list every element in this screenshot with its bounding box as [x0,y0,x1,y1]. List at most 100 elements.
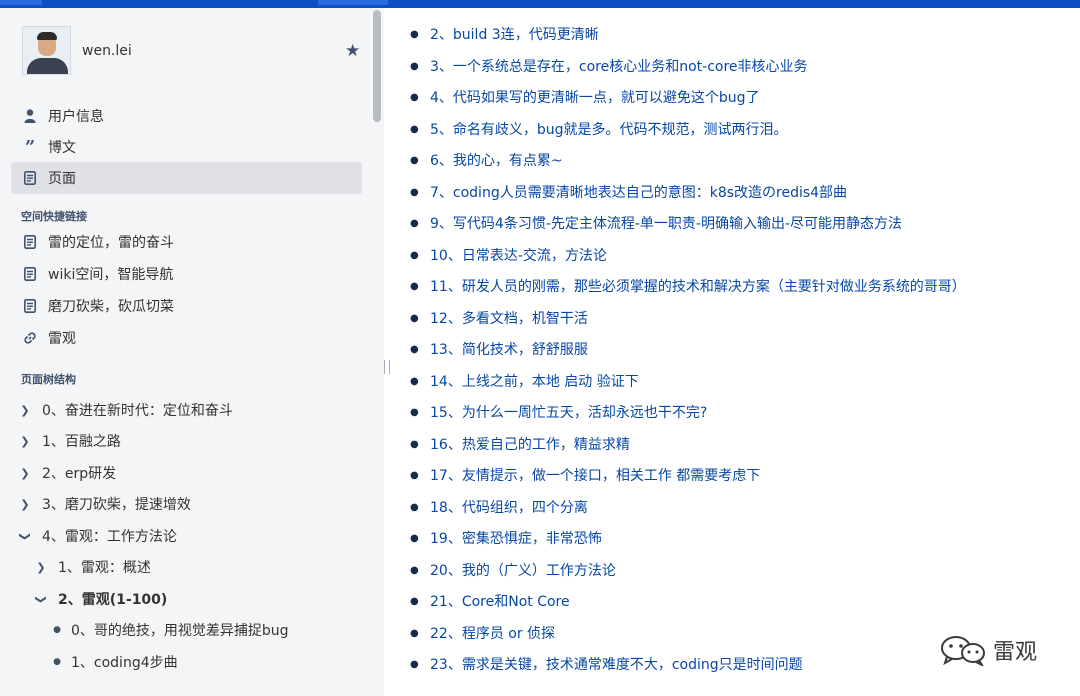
bullet-icon: ● [410,658,419,670]
app-switcher-button[interactable] [0,0,42,5]
bullet-icon: ● [410,375,419,387]
toc-link[interactable]: ● 4、代码如果写的更清晰一点，就可以避免这个bug了 [410,86,760,108]
space-sidebar: wen.lei ★ 用户信息 ” 博文 页面 空间快捷链接 雷的定位，雷的奋斗 … [0,8,384,696]
toc-link[interactable]: ● 7、coding人员需要清晰地表达自己的意图：k8s改造のredis4部曲 [410,181,847,203]
tree-item-label: 0、哥的绝技，用视觉差异捕捉bug [71,623,289,639]
chevron-down-icon[interactable]: ❯ [19,530,32,542]
toc-link[interactable]: ● 6、我的心，有点累~ [410,149,563,171]
bullet-icon: ● [410,60,419,72]
toc-link[interactable]: ● 14、上线之前，本地 启动 验证下 [410,370,639,392]
sidebar-item-label: 博文 [48,140,76,156]
tree-item[interactable]: ● 0、哥的绝技，用视觉差异捕捉bug [51,618,289,642]
avatar[interactable] [22,26,71,75]
page-icon [21,171,39,185]
toc-link[interactable]: ● 21、Core和Not Core [410,590,570,612]
tree-item-label: 1、coding4步曲 [71,655,178,671]
person-icon [21,109,39,123]
shortcut-label: 雷观 [48,331,76,347]
tree-item[interactable]: ❯ 0、奋进在新时代：定位和奋斗 [19,398,233,422]
bullet-icon: ● [410,91,419,103]
toc-link[interactable]: ● 10、日常表达-交流，方法论 [410,244,607,266]
bullet-icon: ● [410,438,419,450]
page-icon [21,267,39,281]
toc-link[interactable]: ● 9、写代码4条习惯-先定主体流程-单一职责-明确输入输出-尽可能用静态方法 [410,212,902,234]
quote-icon: ” [24,136,36,158]
chevron-right-icon[interactable]: ❯ [19,404,31,417]
shortcut-link[interactable]: 雷观 [11,322,362,354]
link-icon [21,331,39,345]
toc-link[interactable]: ● 12、多看文档，机智干活 [410,307,588,329]
bullet-icon: ● [410,312,419,324]
chevron-right-icon[interactable]: ❯ [19,498,31,511]
shortcut-label: 磨刀砍柴，砍瓜切菜 [48,299,174,315]
watermark-text: 雷观 [993,640,1038,665]
bullet-icon: ● [410,123,419,135]
top-navigation-bar [0,0,1080,8]
tree-item[interactable]: ❯ 2、erp研发 [19,461,116,485]
toc-link[interactable]: ● 13、简化技术，舒舒服服 [410,338,588,360]
toc-link[interactable]: ● 20、我的（广义）工作方法论 [410,559,616,581]
tree-item-label: 0、奋进在新时代：定位和奋斗 [42,403,233,419]
top-nav-item[interactable] [318,0,388,5]
bullet-icon: ● [410,501,419,513]
toc-link[interactable]: ● 18、代码组织，四个分离 [410,496,588,518]
tree-item[interactable]: ❯ 1、雷观：概述 [35,555,151,579]
sidebar-item-label: 页面 [48,171,76,187]
bullet-icon: ● [410,217,419,229]
bullet-icon: ● [410,564,419,576]
bullet-icon: ● [410,406,419,418]
chevron-right-icon[interactable]: ❯ [19,435,31,448]
tree-item-label: 3、磨刀砍柴，提速增效 [42,497,191,513]
bullet-icon: ● [410,595,419,607]
sidebar-item-blog[interactable]: ” 博文 [11,131,362,163]
toc-link[interactable]: ● 22、程序员 or 侦探 [410,622,555,644]
tree-item-label: 1、百融之路 [42,434,121,450]
toc-link[interactable]: ● 23、需求是关键，技术通常难度不大，coding只是时间问题 [410,653,803,675]
sidebar-item-user-info[interactable]: 用户信息 [11,100,362,132]
toc-link[interactable]: ● 3、一个系统总是存在，core核心业务和not-core非核心业务 [410,55,808,77]
page-content: ● 2、build 3连，代码更清晰 ● 3、一个系统总是存在，core核心业务和n… [390,8,1080,696]
page-icon [21,235,39,249]
toc-link[interactable]: ● 2、build 3连，代码更清晰 [410,23,599,45]
shortcut-link[interactable]: wiki空间，智能导航 [11,258,362,290]
toc-link[interactable]: ● 16、热爱自己的工作，精益求精 [410,433,630,455]
star-icon[interactable]: ★ [345,41,360,61]
bullet-icon: ● [410,154,419,166]
shortcut-link[interactable]: 磨刀砍柴，砍瓜切菜 [11,290,362,322]
tree-item-label: 4、雷观：工作方法论 [42,529,177,545]
user-profile[interactable]: wen.lei [22,26,132,75]
toc-link[interactable]: ● 11、研发人员的刚需，那些必须掌握的技术和解决方案（主要针对做业务系统的哥哥） [410,275,966,297]
tree-item[interactable]: ❯ 4、雷观：工作方法论 [19,524,177,548]
bullet-icon: ● [53,657,61,667]
wechat-watermark: 雷观 [937,634,1037,666]
shortcut-link[interactable]: 雷的定位，雷的奋斗 [11,226,362,258]
bullet-icon: ● [53,625,61,635]
bullet-icon: ● [410,186,419,198]
shortcuts-section-title: 空间快捷链接 [21,210,87,223]
bullet-icon: ● [410,28,419,40]
bullet-icon: ● [410,249,419,261]
chevron-right-icon[interactable]: ❯ [35,561,47,574]
page-icon [21,299,39,313]
tree-item[interactable]: ● 1、coding4步曲 [51,650,178,674]
tree-item-label: 1、雷观：概述 [58,560,151,576]
toc-link[interactable]: ● 19、密集恐惧症，非常恐怖 [410,527,602,549]
tree-item-current[interactable]: ❯ 2、雷观(1-100) [35,587,168,611]
sidebar-scrollbar[interactable] [373,10,381,122]
toc-link[interactable]: ● 15、为什么一周忙五天，活却永远也干不完? [410,401,707,423]
wechat-icon [941,636,985,666]
tree-item[interactable]: ❯ 1、百融之路 [19,429,121,453]
tree-item-label: 2、erp研发 [42,466,117,482]
shortcut-label: 雷的定位，雷的奋斗 [48,235,174,251]
sidebar-item-pages[interactable]: 页面 [11,162,362,194]
bullet-icon: ● [410,627,419,639]
user-name[interactable]: wen.lei [82,43,132,59]
page-tree-section-title: 页面树结构 [21,373,76,386]
chevron-down-icon[interactable]: ❯ [35,593,48,605]
toc-link[interactable]: ● 5、命名有歧义，bug就是多。代码不规范，测试两行泪。 [410,118,788,140]
chevron-right-icon[interactable]: ❯ [19,467,31,480]
tree-item[interactable]: ❯ 3、磨刀砍柴，提速增效 [19,492,191,516]
bullet-icon: ● [410,343,419,355]
toc-link[interactable]: ● 17、友情提示，做一个接口，相关工作 都需要考虑下 [410,464,760,486]
tree-item-label: 2、雷观(1-100) [58,592,168,608]
